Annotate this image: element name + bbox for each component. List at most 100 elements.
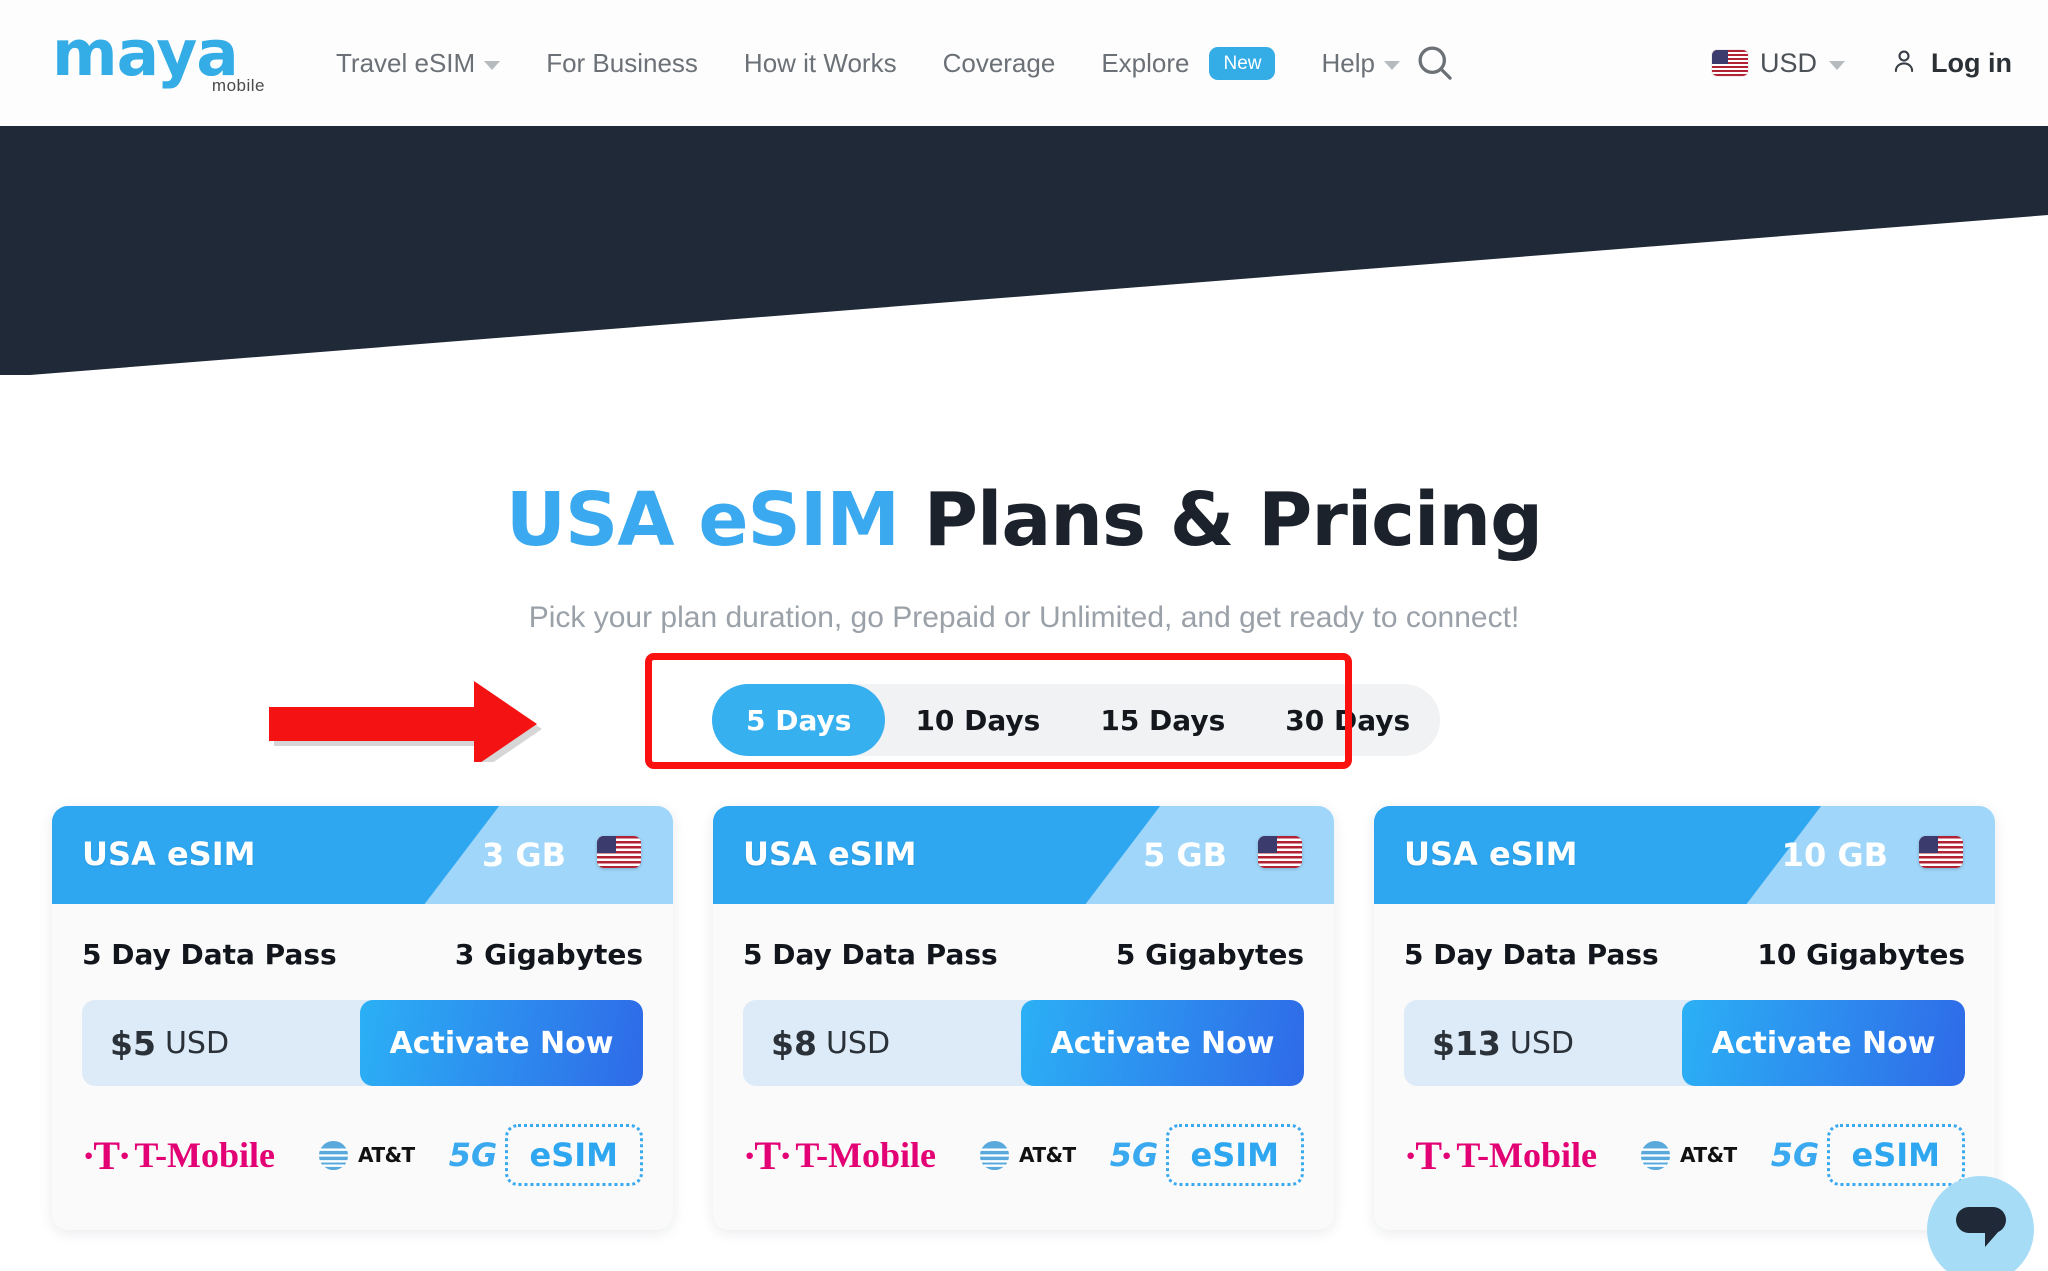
fiveg-logo-icon: 5G bbox=[1770, 1136, 1820, 1174]
card-pass-label: 5 Day Data Pass bbox=[743, 938, 998, 971]
pricing-card-list: USA eSIM 3 GB 5 Day Data Pass 3 Gigabyte… bbox=[52, 806, 1996, 1230]
esim-badge: eSIM bbox=[1165, 1124, 1304, 1186]
page-title-highlight: USA eSIM bbox=[505, 477, 900, 563]
page-title: USA eSIM Plans & Pricing bbox=[0, 477, 2048, 563]
card-header: USA eSIM 3 GB bbox=[52, 806, 673, 904]
page-title-rest: Plans & Pricing bbox=[923, 477, 1543, 563]
card-data-badge: 3 GB bbox=[481, 836, 566, 874]
card-price-bar: $8 USD Activate Now bbox=[743, 1000, 1304, 1086]
card-carrier-logos: ·T· T-Mobile AT&T 5G eSIM bbox=[1374, 1086, 1995, 1230]
esim-badge: eSIM bbox=[504, 1124, 643, 1186]
us-flag-icon bbox=[597, 836, 641, 868]
nav-links: Travel eSIM For Business How it Works Co… bbox=[336, 0, 1400, 126]
card-data-badge: 10 GB bbox=[1781, 836, 1888, 874]
annotation-arrow-icon bbox=[269, 681, 542, 762]
att-logo-icon: AT&T bbox=[317, 1139, 415, 1172]
currency-label: USD bbox=[1760, 47, 1818, 78]
card-price-bar: $5 USD Activate Now bbox=[82, 1000, 643, 1086]
card-price: $5 USD bbox=[82, 1000, 360, 1086]
maya-mobile-logo[interactable]: maya mobile bbox=[52, 22, 267, 102]
card-carrier-logos: ·T· T-Mobile AT&T 5G eSIM bbox=[52, 1086, 673, 1230]
tab-10-days[interactable]: 10 Days bbox=[885, 684, 1070, 756]
activate-now-button[interactable]: Activate Now bbox=[1682, 1000, 1965, 1086]
tmobile-logo-icon: ·T· T-Mobile bbox=[1404, 1132, 1598, 1178]
card-info-row: 5 Day Data Pass 10 Gigabytes bbox=[1374, 904, 1995, 971]
card-header: USA eSIM 10 GB bbox=[1374, 806, 1995, 904]
card-price-bar: $13 USD Activate Now bbox=[1404, 1000, 1965, 1086]
pricing-card[interactable]: USA eSIM 5 GB 5 Day Data Pass 5 Gigabyte… bbox=[713, 806, 1334, 1230]
nav-item-travel-esim[interactable]: Travel eSIM bbox=[336, 47, 501, 79]
activate-now-button[interactable]: Activate Now bbox=[1021, 1000, 1304, 1086]
us-flag-icon bbox=[1258, 836, 1302, 868]
chevron-down-icon bbox=[1829, 60, 1846, 70]
tab-30-days[interactable]: 30 Days bbox=[1255, 684, 1440, 756]
att-label: AT&T bbox=[1019, 1143, 1076, 1167]
nav-label: Travel eSIM bbox=[336, 47, 476, 78]
card-info-row: 5 Day Data Pass 3 Gigabytes bbox=[52, 904, 673, 971]
card-info-row: 5 Day Data Pass 5 Gigabytes bbox=[713, 904, 1334, 971]
card-pass-label: 5 Day Data Pass bbox=[1404, 938, 1659, 971]
chevron-down-icon bbox=[1383, 60, 1400, 70]
nav-label: Help bbox=[1321, 47, 1375, 78]
chat-launcher-button[interactable] bbox=[1927, 1176, 2034, 1271]
nav-item-how-it-works[interactable]: How it Works bbox=[744, 48, 897, 79]
card-carrier-logos: ·T· T-Mobile AT&T 5G eSIM bbox=[713, 1086, 1334, 1230]
hero-dark-band bbox=[0, 126, 2048, 375]
chevron-down-icon bbox=[484, 60, 501, 70]
login-label: Log in bbox=[1931, 47, 2012, 78]
pricing-card[interactable]: USA eSIM 3 GB 5 Day Data Pass 3 Gigabyte… bbox=[52, 806, 673, 1230]
card-title: USA eSIM bbox=[1404, 835, 1578, 873]
search-icon[interactable] bbox=[1413, 41, 1457, 85]
login-button[interactable]: Log in bbox=[1889, 46, 2012, 81]
top-navigation-bar: maya mobile Travel eSIM For Business How… bbox=[0, 0, 2048, 126]
card-price: $13 USD bbox=[1404, 1000, 1682, 1086]
att-logo-icon: AT&T bbox=[978, 1139, 1076, 1172]
esim-badge: eSIM bbox=[1826, 1124, 1965, 1186]
nav-label: Explore bbox=[1101, 47, 1190, 78]
price-currency: USD bbox=[1509, 1025, 1574, 1061]
chat-bubble-icon bbox=[1955, 1206, 2006, 1247]
card-data-amount: 3 Gigabytes bbox=[454, 938, 643, 971]
price-amount: $13 bbox=[1432, 1023, 1501, 1063]
price-currency: USD bbox=[825, 1025, 891, 1061]
page-root: maya mobile Travel eSIM For Business How… bbox=[0, 0, 2048, 1271]
fiveg-logo-icon: 5G bbox=[1109, 1136, 1159, 1174]
nav-label: For Business bbox=[546, 47, 698, 78]
card-price: $8 USD bbox=[743, 1000, 1021, 1086]
activate-now-button[interactable]: Activate Now bbox=[360, 1000, 643, 1086]
att-label: AT&T bbox=[1680, 1143, 1737, 1167]
logo-subtext: mobile bbox=[211, 76, 265, 95]
pricing-card[interactable]: USA eSIM 10 GB 5 Day Data Pass 10 Gigaby… bbox=[1374, 806, 1995, 1230]
card-pass-label: 5 Day Data Pass bbox=[82, 938, 337, 971]
fiveg-logo-icon: 5G bbox=[448, 1136, 498, 1174]
price-amount: $8 bbox=[771, 1023, 817, 1063]
nav-item-explore[interactable]: Explore New bbox=[1101, 46, 1276, 80]
page-subtitle: Pick your plan duration, go Prepaid or U… bbox=[528, 601, 1520, 634]
card-title: USA eSIM bbox=[743, 835, 917, 873]
price-amount: $5 bbox=[110, 1023, 156, 1063]
card-header: USA eSIM 5 GB bbox=[713, 806, 1334, 904]
att-label: AT&T bbox=[358, 1143, 415, 1167]
card-title: USA eSIM bbox=[82, 835, 256, 873]
us-flag-icon bbox=[1919, 836, 1963, 868]
new-badge: New bbox=[1209, 46, 1276, 80]
currency-selector[interactable]: USD bbox=[1712, 47, 1846, 79]
nav-item-coverage[interactable]: Coverage bbox=[943, 48, 1056, 79]
nav-label: Coverage bbox=[942, 47, 1056, 78]
tab-5-days[interactable]: 5 Days bbox=[712, 684, 886, 756]
price-currency: USD bbox=[164, 1025, 230, 1061]
nav-right-cluster: USD Log in bbox=[1413, 0, 2012, 126]
card-data-badge: 5 GB bbox=[1142, 836, 1227, 874]
nav-label: How it Works bbox=[743, 47, 897, 78]
card-data-amount: 10 Gigabytes bbox=[1757, 938, 1965, 971]
user-icon bbox=[1889, 46, 1919, 81]
card-data-amount: 5 Gigabytes bbox=[1115, 938, 1304, 971]
tmobile-logo-icon: ·T· T-Mobile bbox=[82, 1132, 276, 1178]
nav-item-help[interactable]: Help bbox=[1321, 47, 1400, 79]
att-logo-icon: AT&T bbox=[1639, 1139, 1737, 1172]
tab-15-days[interactable]: 15 Days bbox=[1070, 684, 1255, 756]
duration-tab-group: 5 Days 10 Days 15 Days 30 Days bbox=[712, 684, 1441, 756]
us-flag-icon bbox=[1712, 50, 1748, 76]
nav-item-for-business[interactable]: For Business bbox=[546, 48, 698, 79]
tmobile-logo-icon: ·T· T-Mobile bbox=[743, 1132, 937, 1178]
